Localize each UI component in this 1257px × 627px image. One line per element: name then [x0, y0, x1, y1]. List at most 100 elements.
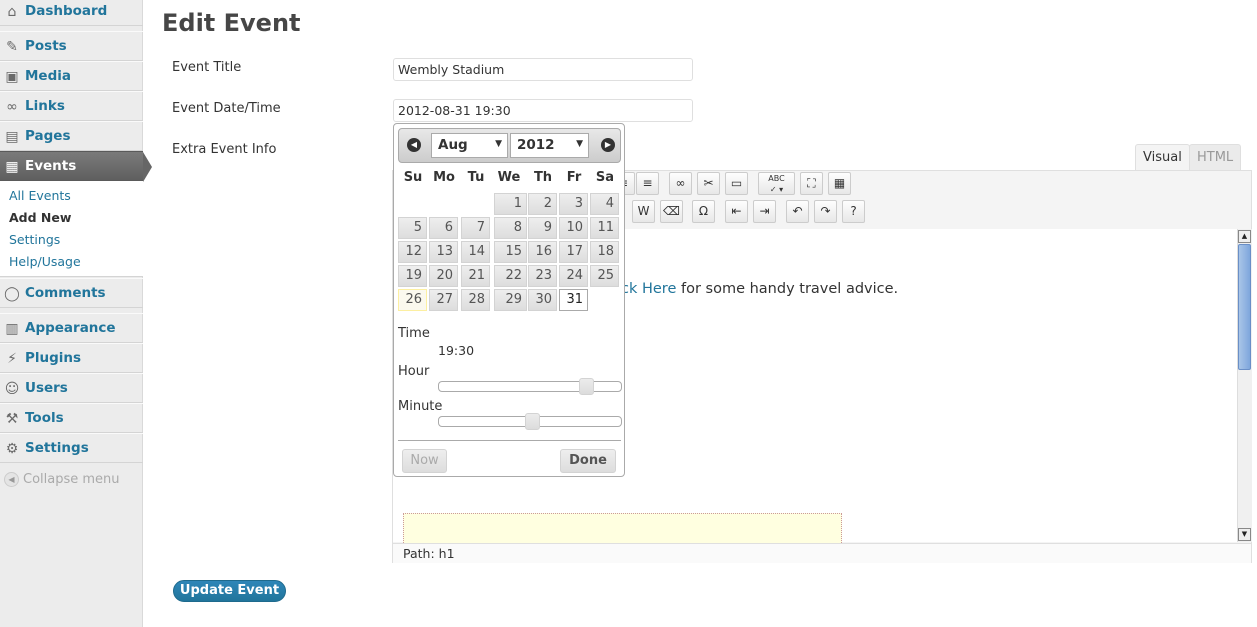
update-event-button[interactable]: Update Event: [173, 580, 286, 602]
pin-icon: ✎: [6, 39, 18, 55]
menu-links[interactable]: ∞ Links: [0, 91, 143, 121]
calendar-day[interactable]: 6: [429, 217, 458, 239]
calendar-day[interactable]: 17: [559, 241, 588, 263]
calendar-day[interactable]: 26: [398, 289, 427, 311]
submenu-all-events[interactable]: All Events: [9, 188, 71, 203]
menu-pages[interactable]: ▤ Pages: [0, 121, 143, 151]
calendar-day[interactable]: 9: [528, 217, 557, 239]
menu-media[interactable]: ▣ Media: [0, 61, 143, 91]
calendar-day[interactable]: 22: [494, 265, 527, 287]
paste-word-icon[interactable]: W: [632, 200, 655, 223]
month-select[interactable]: Aug ▼: [431, 133, 508, 158]
special-character-icon[interactable]: Ω: [692, 200, 715, 223]
calendar-day[interactable]: 16: [528, 241, 557, 263]
menu-tools[interactable]: ⚒ Tools: [0, 403, 143, 433]
submenu-add-new[interactable]: Add New: [9, 210, 71, 225]
insert-more-icon[interactable]: ▭: [725, 172, 748, 195]
menu-label: Links: [25, 98, 65, 114]
event-title-input[interactable]: Wembly Stadium: [393, 58, 693, 81]
outdent-icon[interactable]: ⇤: [725, 200, 748, 223]
menu-comments[interactable]: ◯ Comments: [0, 278, 143, 308]
menu-label: Appearance: [25, 320, 116, 336]
calendar-day[interactable]: 18: [590, 241, 619, 263]
events-icon: ▦: [5, 159, 19, 175]
menu-settings[interactable]: ⚙ Settings: [0, 433, 143, 463]
calendar-day[interactable]: 19: [398, 265, 427, 287]
minute-slider[interactable]: [438, 413, 622, 430]
weekday-label: Su: [403, 170, 423, 185]
unlink-icon[interactable]: ✂: [697, 172, 720, 195]
calendar-day[interactable]: 24: [559, 265, 588, 287]
collapse-menu-button[interactable]: ◀ Collapse menu: [4, 472, 120, 487]
minute-slider-handle[interactable]: [524, 413, 540, 430]
collapse-arrow-icon: ◀: [4, 472, 19, 487]
menu-appearance[interactable]: ▥ Appearance: [0, 313, 143, 343]
tab-visual[interactable]: Visual: [1135, 144, 1190, 171]
datepicker-header: ◀ Aug ▼ 2012 ▼ ▶: [398, 128, 621, 163]
calendar-day[interactable]: 20: [429, 265, 458, 287]
scroll-down-icon[interactable]: ▼: [1238, 528, 1251, 541]
menu-users[interactable]: ☺ Users: [0, 373, 143, 403]
undo-icon[interactable]: ↶: [786, 200, 809, 223]
menu-dashboard[interactable]: ⌂ Dashboard: [0, 0, 143, 26]
align-right-icon[interactable]: ≡: [636, 172, 659, 195]
insert-link-icon[interactable]: ∞: [669, 172, 692, 195]
event-datetime-input[interactable]: 2012-08-31 19:30: [393, 99, 693, 122]
tab-html[interactable]: HTML: [1189, 144, 1242, 171]
calendar-day[interactable]: 2: [528, 193, 557, 215]
calendar-day[interactable]: 15: [494, 241, 527, 263]
calendar-day[interactable]: 25: [590, 265, 619, 287]
media-icon: ▣: [5, 69, 19, 85]
calendar-day[interactable]: 28: [461, 289, 490, 311]
fullscreen-icon[interactable]: ⛶: [800, 172, 823, 195]
next-month-icon[interactable]: ▶: [601, 138, 615, 152]
redo-icon[interactable]: ↷: [814, 200, 837, 223]
calendar-day[interactable]: 4: [590, 193, 619, 215]
users-icon: ☺: [4, 381, 20, 397]
calendar-day[interactable]: 8: [494, 217, 527, 239]
calendar-day[interactable]: 3: [559, 193, 588, 215]
submenu-settings[interactable]: Settings: [9, 232, 60, 247]
calendar-day[interactable]: 30: [528, 289, 557, 311]
menu-label: Events: [25, 158, 77, 174]
admin-sidebar: ⌂ Dashboard ✎ Posts ▣ Media ∞ Links ▤ Pa…: [0, 0, 152, 627]
collapse-label: Collapse menu: [23, 472, 120, 487]
menu-posts[interactable]: ✎ Posts: [0, 31, 143, 61]
done-button[interactable]: Done: [560, 449, 616, 473]
event-datetime-label: Event Date/Time: [172, 101, 281, 116]
help-icon[interactable]: ?: [842, 200, 865, 223]
calendar-day[interactable]: 23: [528, 265, 557, 287]
calendar-day[interactable]: 14: [461, 241, 490, 263]
page-title: Edit Event: [162, 9, 301, 37]
scroll-up-icon[interactable]: ▲: [1238, 230, 1251, 243]
dashboard-icon: ⌂: [7, 4, 17, 20]
calendar-day[interactable]: 7: [461, 217, 490, 239]
scrollbar-thumb[interactable]: [1238, 244, 1251, 370]
remove-format-icon[interactable]: ⌫: [660, 200, 683, 223]
calendar-day[interactable]: 31: [559, 289, 588, 311]
calendar-day[interactable]: 21: [461, 265, 490, 287]
kitchen-sink-icon[interactable]: ▦: [828, 172, 851, 195]
spellcheck-icon[interactable]: ABC ✓ ▾: [758, 172, 795, 195]
menu-events[interactable]: ▦ Events: [0, 151, 152, 182]
year-select[interactable]: 2012 ▼: [510, 133, 589, 158]
content-link[interactable]: ck Here: [621, 281, 676, 297]
submenu-help-usage[interactable]: Help/Usage: [9, 254, 81, 269]
calendar-day[interactable]: 1: [494, 193, 527, 215]
calendar-day[interactable]: 10: [559, 217, 588, 239]
calendar-day[interactable]: 29: [494, 289, 527, 311]
calendar-day[interactable]: 13: [429, 241, 458, 263]
prev-month-icon[interactable]: ◀: [407, 138, 421, 152]
now-button[interactable]: Now: [402, 449, 447, 473]
calendar-day[interactable]: 5: [398, 217, 427, 239]
menu-plugins[interactable]: ⚡ Plugins: [0, 343, 143, 373]
events-submenu: All Events Add New Settings Help/Usage: [0, 181, 143, 277]
editor-content-paragraph: ck Here for some handy travel advice.: [621, 281, 898, 297]
indent-icon[interactable]: ⇥: [753, 200, 776, 223]
calendar-day[interactable]: 11: [590, 217, 619, 239]
calendar-day[interactable]: 12: [398, 241, 427, 263]
hour-slider-handle[interactable]: [578, 378, 594, 395]
hour-slider[interactable]: [438, 378, 622, 395]
calendar-day[interactable]: 27: [429, 289, 458, 311]
path-label: Path:: [403, 546, 435, 561]
